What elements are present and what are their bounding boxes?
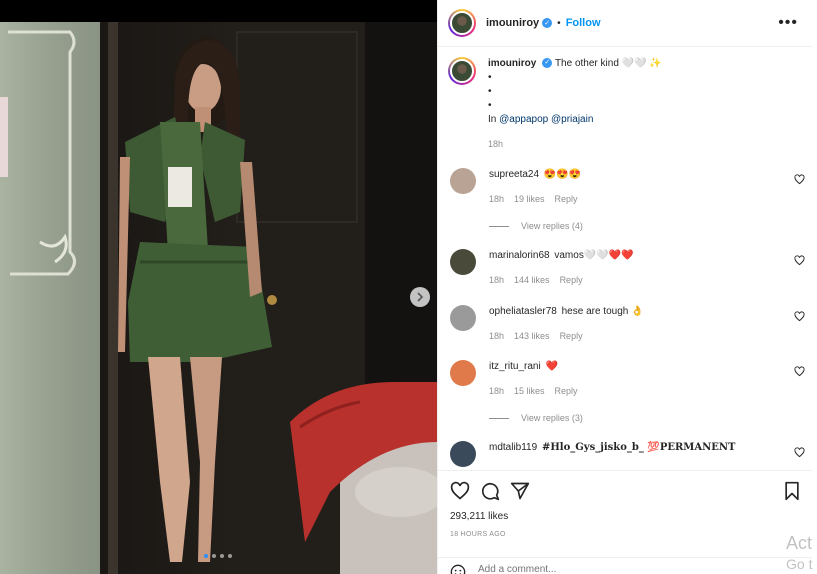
reply-button[interactable]: Reply [560,275,583,285]
comment-time: 18h [489,275,505,285]
comment-username[interactable]: opheliatasler78 [489,306,557,317]
comment-time: 18h [489,194,505,204]
heart-icon[interactable] [794,366,805,377]
post-photo[interactable] [0,22,437,574]
comments-scroll-area[interactable]: imouniroy ✓ The other kind 🤍🤍 ✨ • • • In … [438,47,812,470]
bookmark-icon [785,481,799,501]
comment-likes[interactable]: 15 likes [514,386,545,396]
add-comment-bar [438,557,812,574]
post-side-panel: imouniroy ✓ • Follow ••• imouniroy ✓ The … [437,0,817,574]
activation-watermark-line2: Go t [786,556,813,572]
likes-count[interactable]: 293,211 likes [450,511,508,522]
view-replies-label: View replies (3) [521,413,583,423]
caption-avatar[interactable] [448,57,476,85]
more-options-icon[interactable]: ••• [778,14,798,32]
reply-button[interactable]: Reply [555,194,578,204]
caption-text: The other kind 🤍🤍 ✨ [554,58,662,69]
caption-bullet: • [488,86,492,97]
chevron-right-icon [417,292,424,302]
caption-bullet: • [488,100,492,111]
post-actions: 293,211 likes 18 HOURS AGO [438,470,812,574]
author-username[interactable]: imouniroy [486,17,539,29]
paper-plane-icon[interactable] [510,481,530,501]
caption-bullet: • [488,72,492,83]
activation-watermark: Act [786,533,813,553]
mention-link[interactable]: @appapop [499,114,548,125]
carousel-dot [212,554,216,558]
carousel-next-button[interactable] [410,287,430,307]
comment-text: 😍😍😍 [543,169,582,180]
comment-text: #Hlo_Gys_jisko_b_ 💯PERMANENT [541,442,736,453]
view-replies-button[interactable]: View replies (4) [489,221,583,231]
comment-username[interactable]: mdtalib119 [489,442,537,453]
comment-avatar[interactable] [450,249,476,275]
view-replies-label: View replies (4) [521,221,583,231]
heart-icon[interactable] [794,311,805,322]
smiley-icon[interactable] [450,564,466,574]
heart-icon[interactable] [794,174,805,185]
save-button[interactable] [782,481,802,506]
post-timestamp: 18 HOURS AGO [450,531,506,538]
add-comment-input[interactable] [478,564,678,574]
carousel-indicator [204,554,232,558]
comment-username[interactable]: itz_ritu_rani [489,361,541,372]
comment-username[interactable]: supreeta24 [489,169,539,180]
follow-button[interactable]: Follow [566,17,601,29]
post-caption: imouniroy ✓ The other kind 🤍🤍 ✨ • • • In … [448,57,662,151]
reply-button[interactable]: Reply [555,386,578,396]
comment-text: ❤️ [545,361,558,372]
comment-text: vamos🤍🤍❤️❤️ [554,250,634,261]
author-avatar[interactable] [448,9,476,37]
mention-link[interactable]: @priajain [551,114,593,125]
comment-username[interactable]: marinalorin68 [489,250,550,261]
heart-icon[interactable] [450,481,470,501]
comment-avatar[interactable] [450,360,476,386]
caption-username[interactable]: imouniroy [488,58,536,69]
comment-bubble-icon[interactable] [480,481,500,501]
caption-time: 18h [488,139,504,149]
comment-time: 18h [489,386,505,396]
comment-avatar[interactable] [450,441,476,467]
heart-icon[interactable] [794,255,805,266]
caption-credit-prefix: In [488,114,497,125]
verified-badge-icon: ✓ [542,58,553,69]
comment-avatar[interactable] [450,168,476,194]
comment-text: hese are tough 👌 [561,306,644,317]
comment-likes[interactable]: 144 likes [514,275,550,285]
header-separator: • [557,17,561,29]
verified-badge-icon: ✓ [542,18,553,28]
carousel-dot [220,554,224,558]
carousel-dot [228,554,232,558]
reply-button[interactable]: Reply [560,331,583,341]
comment-avatar[interactable] [450,305,476,331]
comment-likes[interactable]: 143 likes [514,331,550,341]
heart-icon[interactable] [794,447,805,458]
post-header: imouniroy ✓ • Follow ••• [438,0,812,47]
comment-likes[interactable]: 19 likes [514,194,545,204]
comment-time: 18h [489,331,505,341]
post-photo-illustration [0,22,437,574]
view-replies-button[interactable]: View replies (3) [489,413,583,423]
top-black-bar [0,0,437,22]
carousel-dot [204,554,208,558]
